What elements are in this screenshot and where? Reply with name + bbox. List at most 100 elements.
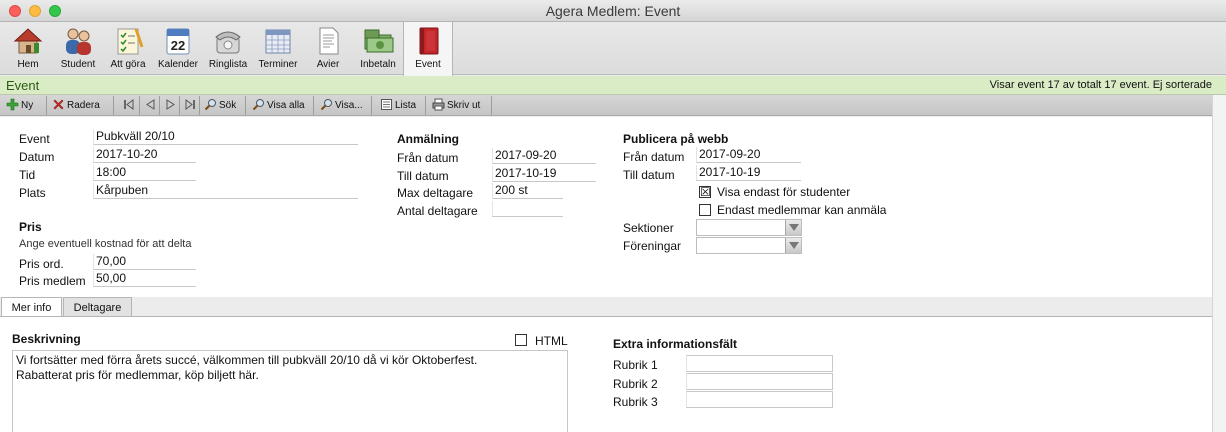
tab-deltagare[interactable]: Deltagare — [63, 297, 132, 317]
event-date-field[interactable]: 2017-10-20 — [93, 147, 196, 163]
price-member-label: Pris medlem — [19, 274, 86, 288]
event-place-field[interactable]: Kårpuben — [93, 183, 358, 199]
section-title: Event — [6, 78, 40, 93]
section-header: Event Visar event 17 av totalt 17 event.… — [0, 76, 1226, 95]
price-heading: Pris — [19, 220, 42, 234]
html-checkbox[interactable] — [515, 334, 527, 346]
students-only-checkbox[interactable]: ☒ — [699, 186, 711, 198]
description-label: Beskrivning — [12, 332, 81, 346]
event-name-field[interactable]: Pubkväll 20/10 — [93, 129, 358, 145]
publish-to-label: Till datum — [623, 168, 675, 182]
vertical-scrollbar[interactable] — [1212, 95, 1226, 432]
rubrik-1-field[interactable] — [686, 355, 833, 372]
price-member-field[interactable]: 50,00 — [93, 271, 196, 287]
publish-heading: Publicera på webb — [623, 132, 729, 146]
chevron-down-icon — [785, 220, 801, 235]
associations-select[interactable] — [696, 237, 802, 254]
registration-from-label: Från datum — [397, 151, 459, 165]
price-hint: Ange eventuell kostnad för att delta — [19, 238, 192, 250]
registration-max-label: Max deltagare — [397, 186, 474, 200]
event-date-label: Datum — [19, 150, 55, 164]
toolbar-event-button[interactable]: Event — [403, 22, 453, 76]
registration-from-field[interactable]: 2017-09-20 — [492, 148, 596, 164]
svg-text:22: 22 — [171, 38, 185, 53]
previous-record-button[interactable] — [140, 96, 160, 115]
next-icon — [166, 99, 175, 110]
next-record-button[interactable] — [160, 96, 180, 115]
toolbar-avier-button[interactable]: Avier — [306, 22, 350, 75]
registration-heading: Anmälning — [397, 132, 459, 146]
publish-to-field[interactable]: 2017-10-19 — [696, 165, 801, 181]
event-time-field[interactable]: 18:00 — [93, 165, 196, 181]
registration-count-field — [492, 201, 563, 217]
printer-icon — [432, 98, 445, 111]
search-icon — [204, 99, 216, 111]
toolbar-inbetaln-button[interactable]: Inbetaln — [354, 22, 402, 75]
last-record-button[interactable] — [180, 96, 200, 115]
event-time-label: Tid — [19, 168, 36, 182]
toolbar-ringlista-button[interactable]: Ringlista — [206, 22, 250, 75]
html-label: HTML — [535, 334, 568, 348]
registration-to-label: Till datum — [397, 169, 449, 183]
checklist-icon — [117, 28, 144, 55]
money-icon — [364, 29, 394, 53]
description-textarea[interactable]: Vi fortsätter med förra årets succé, väl… — [12, 350, 568, 432]
price-ord-label: Pris ord. — [19, 257, 64, 271]
print-button[interactable]: Skriv ut — [428, 96, 492, 115]
search-icon — [252, 99, 264, 111]
first-record-button[interactable] — [118, 96, 140, 115]
registration-count-label: Antal deltagare — [397, 204, 478, 218]
toolbar-att-gora-button[interactable]: Att göra — [106, 22, 150, 75]
delete-button[interactable]: Radera — [48, 96, 114, 115]
show-all-button[interactable]: Visa alla — [248, 96, 314, 115]
tab-mer-info[interactable]: Mer info — [1, 297, 62, 318]
sections-label: Sektioner — [623, 221, 674, 235]
list-button[interactable]: Lista — [376, 96, 426, 115]
main-toolbar: Hem Student Att göra 22 Kalender Ringlis… — [0, 22, 1226, 76]
house-icon — [13, 28, 43, 54]
members-only-label: Endast medlemmar kan anmäla — [717, 203, 887, 217]
toolbar-hem-button[interactable]: Hem — [6, 22, 50, 75]
registration-to-field[interactable]: 2017-10-19 — [492, 166, 596, 182]
first-icon — [124, 99, 134, 110]
window-title: Agera Medlem: Event — [545, 3, 681, 19]
calendar-icon: 22 — [166, 28, 190, 55]
toolbar-kalender-button[interactable]: 22 Kalender — [156, 22, 200, 75]
rubrik-3-field[interactable] — [686, 391, 833, 408]
members-only-checkbox[interactable] — [699, 204, 711, 216]
event-place-label: Plats — [19, 186, 46, 200]
event-name-label: Event — [19, 132, 50, 146]
toolbar-terminer-button[interactable]: Terminer — [256, 22, 300, 75]
document-icon — [319, 27, 339, 55]
rubrik-3-label: Rubrik 3 — [613, 395, 658, 409]
search-button[interactable]: Sök — [200, 96, 246, 115]
rubrik-2-field[interactable] — [686, 373, 833, 390]
action-bar: Ny Radera Sök Visa alla Visa... Lista Sk… — [0, 95, 1212, 116]
show-button[interactable]: Visa... — [316, 96, 372, 115]
book-icon — [419, 27, 439, 55]
delete-icon — [53, 99, 64, 110]
associations-label: Föreningar — [623, 239, 682, 253]
users-icon — [66, 28, 91, 55]
rubrik-2-label: Rubrik 2 — [613, 377, 658, 391]
record-status: Visar event 17 av totalt 17 event. Ej so… — [989, 79, 1212, 91]
publish-from-label: Från datum — [623, 150, 685, 164]
search-icon — [320, 99, 332, 111]
plus-icon — [6, 98, 19, 111]
registration-max-field[interactable]: 200 st — [492, 183, 563, 199]
extra-fields-heading: Extra informationsfält — [613, 337, 738, 351]
toolbar-student-button[interactable]: Student — [56, 22, 100, 75]
title-bar: Agera Medlem: Event — [0, 0, 1226, 22]
previous-icon — [146, 99, 155, 110]
rubrik-1-label: Rubrik 1 — [613, 358, 658, 372]
new-button[interactable]: Ny — [2, 96, 47, 115]
detail-tabs: Mer info Deltagare — [0, 297, 1212, 318]
price-ord-field[interactable]: 70,00 — [93, 254, 196, 270]
publish-from-field[interactable]: 2017-09-20 — [696, 147, 801, 163]
list-icon — [381, 99, 392, 110]
chevron-down-icon — [785, 238, 801, 253]
phone-icon — [215, 31, 241, 54]
last-icon — [185, 99, 195, 110]
sections-select[interactable] — [696, 219, 802, 236]
students-only-label: Visa endast för studenter — [717, 185, 851, 199]
